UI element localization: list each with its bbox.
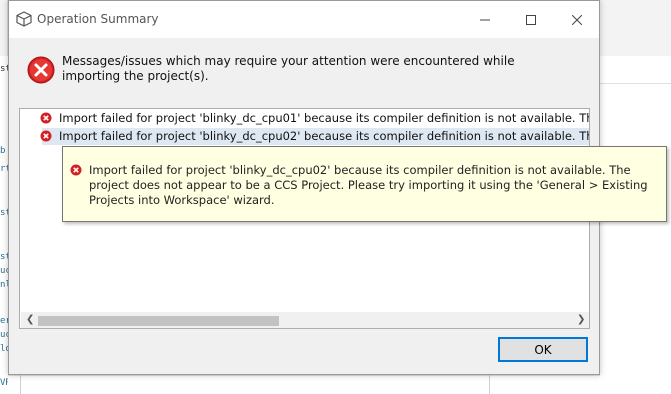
close-button[interactable] [554, 1, 600, 38]
background-code-fragment: st [0, 252, 8, 262]
issue-tooltip: Import failed for project 'blinky_dc_cpu… [62, 146, 667, 222]
minimize-icon [480, 19, 490, 20]
error-small-icon [40, 130, 52, 142]
ok-button[interactable]: OK [498, 337, 588, 362]
background-code-fragment: b [0, 146, 6, 156]
error-small-icon [40, 112, 52, 124]
maximize-icon [526, 14, 536, 25]
scroll-right-icon[interactable]: ❯ [577, 315, 585, 325]
error-icon [27, 56, 55, 84]
background-code-fragment: st [0, 208, 8, 218]
close-icon [572, 14, 582, 25]
error-small-icon [70, 164, 82, 176]
minimize-button[interactable] [462, 1, 508, 38]
scrollbar-thumb[interactable] [38, 316, 279, 326]
background-bottom-panel [20, 375, 490, 394]
background-panel-body [600, 84, 671, 394]
list-item-selected[interactable]: Import failed for project 'blinky_dc_cpu… [40, 128, 589, 145]
background-code-fragment: uc [0, 266, 8, 276]
app-icon [16, 11, 32, 27]
list-item[interactable]: Import failed for project 'blinky_dc_cpu… [40, 110, 589, 127]
scroll-left-icon[interactable]: ❮ [26, 315, 34, 325]
dialog-titlebar[interactable]: Operation Summary [9, 1, 599, 38]
issue-text: Import failed for project 'blinky_dc_cpu… [59, 111, 589, 125]
dialog-message: Messages/issues which may require your a… [62, 54, 515, 83]
background-code-fragment: er [0, 316, 8, 326]
background-code-fragment: st [0, 64, 8, 74]
background-tab-strip [600, 56, 671, 84]
background-code-fragment: lo [0, 344, 8, 354]
dialog-title: Operation Summary [37, 12, 159, 26]
background-code-fragment: rt [0, 164, 8, 174]
background-code-fragment: uc [0, 330, 8, 340]
horizontal-scrollbar[interactable]: ❮ ❯ [21, 312, 589, 328]
maximize-button[interactable] [508, 1, 554, 38]
background-code-fragment: nl [0, 280, 8, 290]
tooltip-text: Import failed for project 'blinky_dc_cpu… [89, 163, 648, 207]
issue-text: Import failed for project 'blinky_dc_cpu… [59, 129, 589, 143]
background-code-fragment: VR [0, 378, 8, 388]
